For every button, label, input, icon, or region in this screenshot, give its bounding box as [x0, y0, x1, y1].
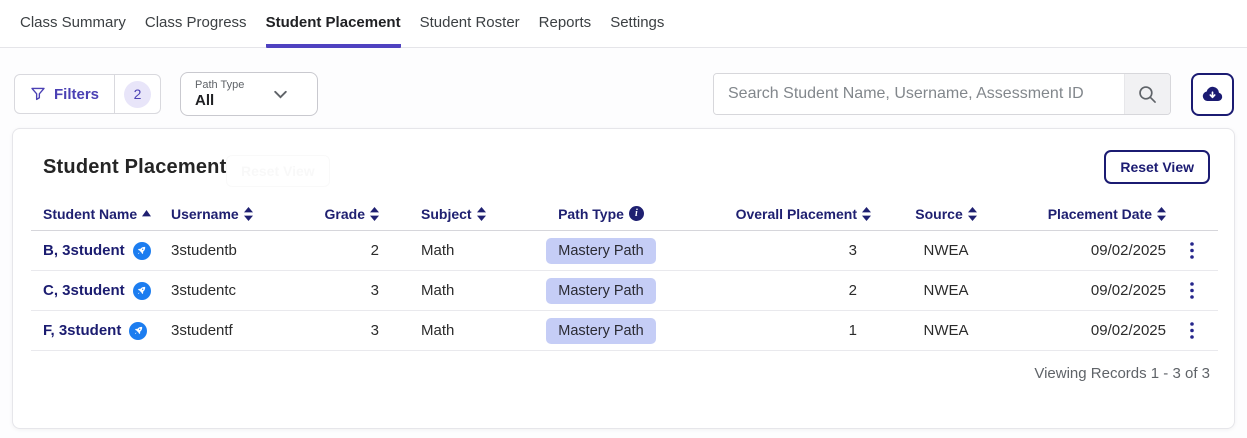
- username-cell: 3studentb: [171, 242, 237, 259]
- tab-class-progress[interactable]: Class Progress: [145, 14, 247, 48]
- sort-ascending-icon: [142, 210, 152, 217]
- sort-icon: [243, 206, 253, 221]
- grade-cell: 2: [370, 242, 379, 259]
- source-cell: NWEA: [923, 242, 969, 259]
- tab-settings[interactable]: Settings: [610, 14, 664, 48]
- overall-placement-cell: 2: [848, 282, 857, 299]
- panel-title: Student Placement: [43, 155, 227, 178]
- reset-view-button[interactable]: Reset View: [1104, 150, 1210, 184]
- student-placement-table: Student Name Username Grade Subject Path…: [31, 197, 1218, 382]
- rocket-icon[interactable]: [132, 241, 151, 260]
- sort-icon: [967, 206, 977, 221]
- path-type-dropdown[interactable]: Path Type All: [180, 72, 319, 116]
- column-header-student-name[interactable]: Student Name: [31, 206, 171, 222]
- tab-reports[interactable]: Reports: [539, 14, 592, 48]
- sort-icon: [476, 206, 486, 221]
- subject-cell: Math: [421, 282, 455, 299]
- download-button[interactable]: [1191, 72, 1234, 116]
- search-box: [713, 73, 1171, 115]
- column-header-path-type[interactable]: Path Type i: [511, 206, 691, 222]
- cloud-download-icon: [1200, 82, 1225, 107]
- kebab-icon: [1190, 242, 1194, 259]
- grade-cell: 3: [370, 322, 379, 339]
- kebab-icon: [1190, 282, 1194, 299]
- table-row: C, 3student 3studentc 3 Math Mastery Pat…: [31, 271, 1218, 311]
- toolbar: Filters 2 Path Type All: [14, 72, 1234, 116]
- table-row: F, 3student 3studentf 3 Math Mastery Pat…: [31, 311, 1218, 351]
- column-label: Username: [171, 205, 239, 222]
- row-actions-menu-button[interactable]: [1166, 282, 1218, 299]
- row-actions-menu-button[interactable]: [1166, 242, 1218, 259]
- tab-student-roster[interactable]: Student Roster: [420, 14, 520, 48]
- column-label: Path Type: [558, 205, 624, 222]
- search-button[interactable]: [1124, 74, 1170, 114]
- path-type-selected-value: All: [195, 91, 215, 109]
- table-header-row: Student Name Username Grade Subject Path…: [31, 197, 1218, 231]
- placement-date-cell: 09/02/2025: [1090, 242, 1166, 259]
- table-row: B, 3student 3studentb 2 Math Mastery Pat…: [31, 231, 1218, 271]
- kebab-icon: [1190, 322, 1194, 339]
- search-icon: [1137, 84, 1158, 105]
- sort-icon: [1157, 206, 1166, 221]
- path-type-label: Path Type: [195, 79, 245, 92]
- filters-count-badge: 2: [124, 80, 152, 108]
- search-input[interactable]: [714, 74, 1124, 114]
- column-label: Grade: [324, 205, 365, 222]
- column-label: Placement Date: [1047, 205, 1152, 222]
- column-header-subject[interactable]: Subject: [379, 206, 511, 222]
- column-label: Student Name: [43, 205, 138, 222]
- column-header-grade[interactable]: Grade: [319, 206, 379, 222]
- sort-icon: [370, 206, 379, 221]
- source-cell: NWEA: [923, 282, 969, 299]
- rocket-icon[interactable]: [129, 321, 148, 340]
- student-placement-panel: Student Placement Reset View Reset View …: [12, 128, 1235, 429]
- tab-student-placement[interactable]: Student Placement: [265, 14, 401, 48]
- tab-class-summary[interactable]: Class Summary: [20, 14, 126, 48]
- path-type-badge: Mastery Path: [546, 277, 656, 304]
- column-header-overall-placement[interactable]: Overall Placement: [691, 206, 871, 222]
- filters-button[interactable]: Filters 2: [14, 74, 162, 114]
- path-type-badge: Mastery Path: [546, 237, 656, 264]
- filters-label: Filters: [54, 85, 100, 103]
- placement-date-cell: 09/02/2025: [1090, 322, 1166, 339]
- overall-placement-cell: 1: [848, 322, 857, 339]
- filters-button-main[interactable]: Filters: [15, 75, 114, 113]
- rocket-icon[interactable]: [132, 281, 151, 300]
- chevron-down-icon: [272, 86, 289, 103]
- filter-funnel-icon: [30, 86, 46, 102]
- grade-cell: 3: [370, 282, 379, 299]
- column-header-placement-date[interactable]: Placement Date: [1021, 206, 1166, 222]
- panel-header: Student Placement Reset View: [31, 129, 1216, 197]
- info-icon[interactable]: i: [628, 206, 644, 221]
- column-label: Overall Placement: [735, 205, 857, 222]
- sort-icon: [862, 206, 871, 221]
- username-cell: 3studentf: [171, 322, 233, 339]
- column-header-source[interactable]: Source: [871, 206, 1021, 222]
- subject-cell: Math: [421, 242, 455, 259]
- student-name-link[interactable]: F, 3student: [43, 322, 121, 339]
- username-cell: 3studentc: [171, 282, 237, 299]
- placement-date-cell: 09/02/2025: [1090, 282, 1166, 299]
- student-name-link[interactable]: B, 3student: [43, 242, 125, 259]
- student-name-link[interactable]: C, 3student: [43, 282, 125, 299]
- column-label: Subject: [421, 205, 472, 222]
- path-type-badge: Mastery Path: [546, 317, 656, 344]
- row-actions-menu-button[interactable]: [1166, 322, 1218, 339]
- filters-count-section[interactable]: 2: [115, 75, 160, 113]
- records-count-text: Viewing Records 1 - 3 of 3: [1034, 365, 1210, 382]
- overall-placement-cell: 3: [848, 242, 857, 259]
- tab-bar: Class Summary Class Progress Student Pla…: [0, 0, 1247, 48]
- column-header-username[interactable]: Username: [171, 206, 319, 222]
- column-label: Source: [915, 205, 963, 222]
- subject-cell: Math: [421, 322, 455, 339]
- source-cell: NWEA: [923, 322, 969, 339]
